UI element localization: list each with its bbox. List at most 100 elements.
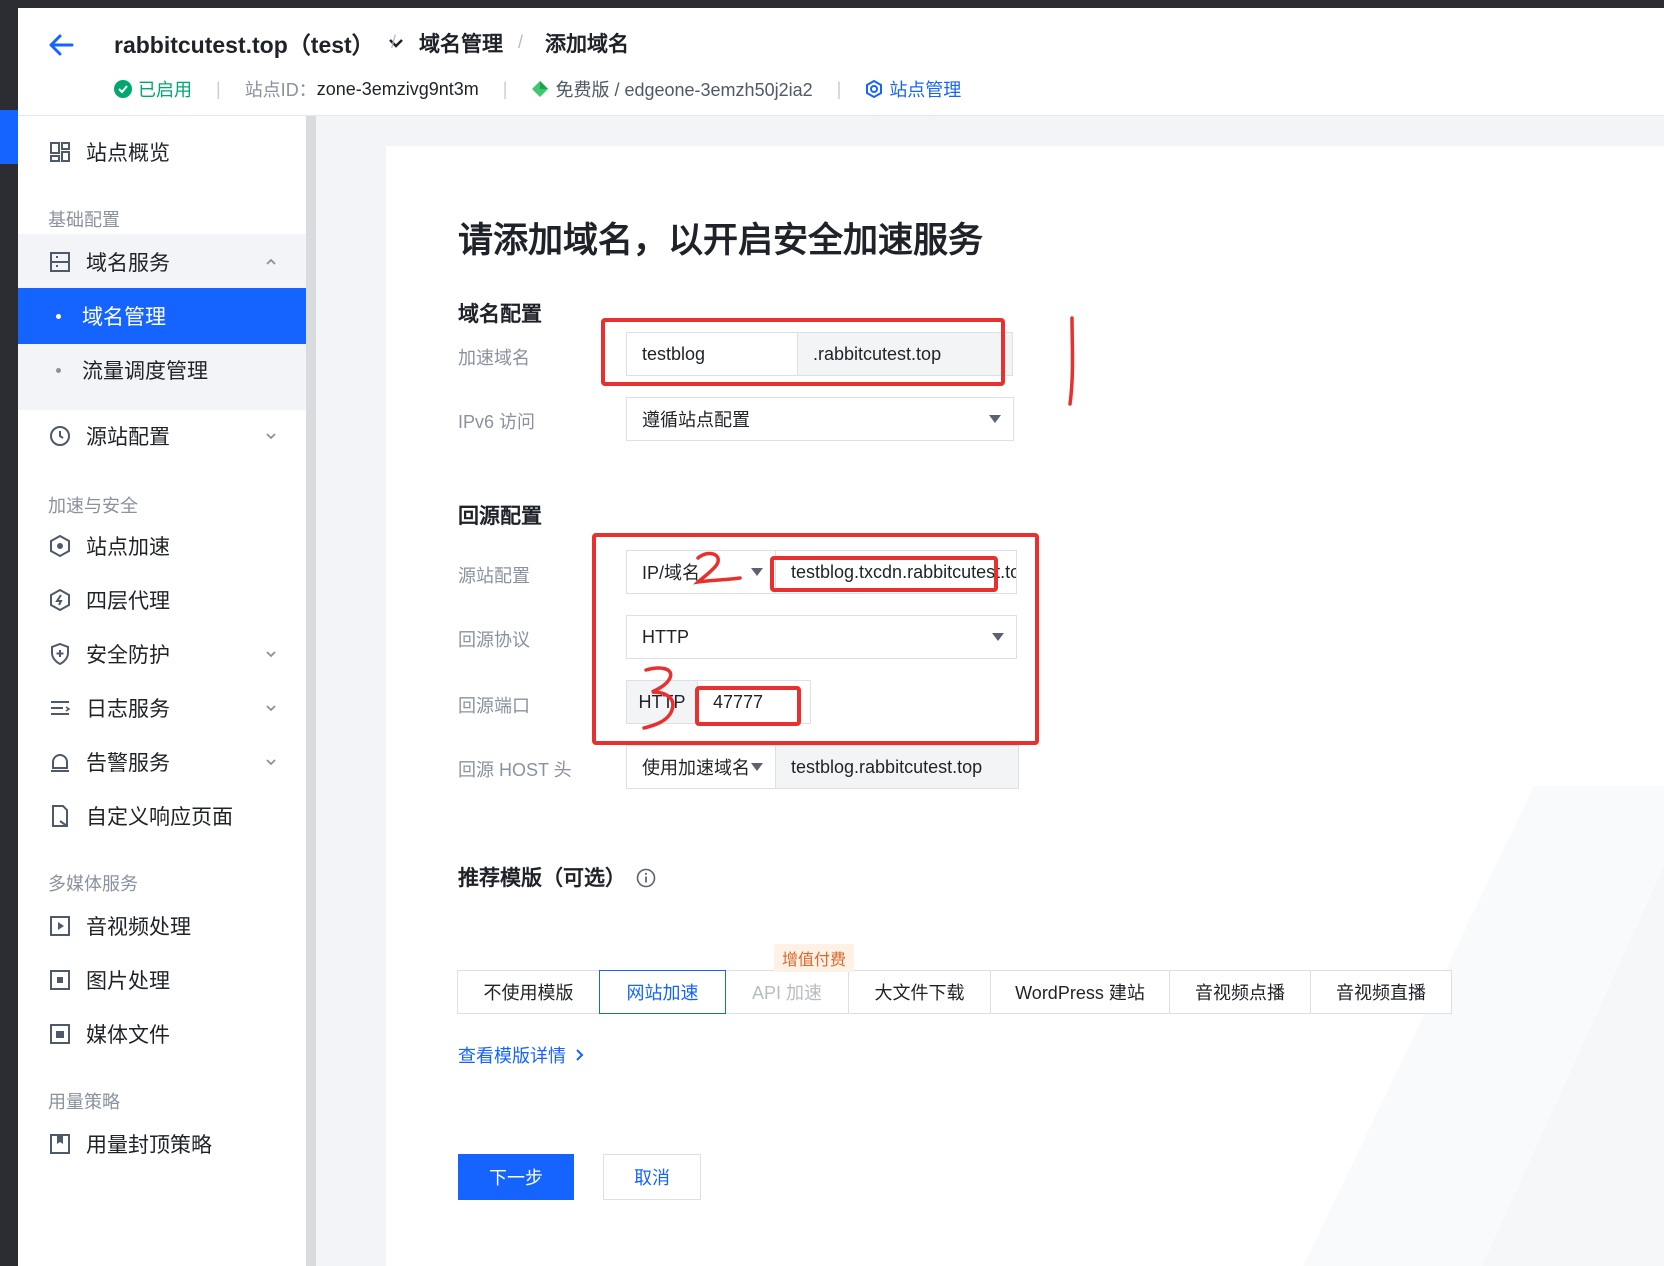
sidebar: 站点概览 基础配置 域名服务 域名管理 流量调度管理 源站配置 加速与安全 站点… [18, 116, 306, 1266]
decorative-background-shape [1303, 786, 1664, 1266]
chevron-down-icon [266, 705, 276, 712]
bullet [56, 313, 61, 319]
sidebar-item-domain-manage[interactable]: 域名管理 [18, 288, 306, 344]
site-title: rabbitcutest.top（test） [114, 32, 375, 58]
site-meta-row: 已启用 | 站点ID： zone-3emzivg9nt3m | 免费版 / ed… [114, 74, 961, 104]
origin-type-select[interactable]: IP/域名 [626, 550, 776, 594]
dashboard-icon [50, 142, 70, 162]
sidebar-item-label: 告警服务 [86, 752, 170, 775]
info-icon[interactable] [636, 868, 656, 888]
bookmark-icon [50, 1134, 70, 1154]
section-basic-config: 基础配置 [48, 210, 120, 230]
template-tab-live[interactable]: 音视频直播 [1310, 970, 1452, 1014]
sidebar-item-usage-cap[interactable]: 用量封顶策略 [18, 1116, 306, 1172]
template-tab-vod[interactable]: 音视频点播 [1169, 970, 1311, 1014]
plan-diamond-icon [532, 81, 549, 97]
bullet [56, 367, 61, 373]
back-arrow-icon[interactable] [46, 30, 76, 60]
accel-domain-suffix-text: .rabbitcutest.top [813, 343, 942, 364]
section-title-template: 推荐模版（可选） [458, 862, 656, 892]
origin-host-type-select[interactable]: 使用加速域名 [626, 745, 776, 789]
ipv6-select[interactable]: 遵循站点配置 [626, 397, 1014, 441]
sidebar-item-traffic-manage[interactable]: 流量调度管理 [18, 342, 306, 398]
sidebar-item-origin-config[interactable]: 源站配置 [18, 408, 306, 464]
sidebar-item-overview[interactable]: 站点概览 [18, 124, 306, 180]
accel-icon [50, 534, 70, 558]
sidebar-scrollbar[interactable] [306, 116, 316, 1266]
sidebar-item-image-process[interactable]: 图片处理 [18, 952, 306, 1008]
origin-host-label: 回源 HOST 头 [458, 760, 572, 780]
site-selector[interactable]: rabbitcutest.top（test） [114, 26, 405, 60]
sidebar-item-security[interactable]: 安全防护 [18, 626, 306, 682]
status-text: 已启用 [138, 80, 192, 100]
accel-domain-label: 加速域名 [458, 348, 530, 368]
sidebar-item-label: 源站配置 [86, 426, 170, 449]
history-icon [50, 426, 70, 446]
accel-domain-input[interactable]: testblog [626, 332, 798, 376]
caret-down-icon [751, 568, 763, 576]
sidebar-item-label: 域名服务 [86, 252, 170, 275]
sidebar-item-label: 日志服务 [86, 698, 170, 721]
template-tab-api-accel: API 加速 [725, 970, 849, 1014]
sidebar-item-domain-service[interactable]: 域名服务 [18, 234, 306, 290]
template-tabs: 不使用模版 网站加速 API 加速 大文件下载 WordPress 建站 音视频… [457, 970, 1452, 1014]
sidebar-item-label: 域名管理 [82, 306, 166, 329]
sidebar-item-label: 安全防护 [86, 644, 170, 667]
top-window-strip [0, 0, 1664, 8]
site-manage-text: 站点管理 [889, 80, 962, 100]
origin-port-prefix: HTTP [626, 680, 698, 724]
origin-port-value: 47777 [713, 691, 764, 712]
site-manage-link[interactable]: 站点管理 [865, 76, 961, 102]
section-title-origin-config: 回源配置 [458, 505, 542, 528]
page-title: 请添加域名，以开启安全加速服务 [458, 221, 984, 260]
sidebar-item-custom-page[interactable]: 自定义响应页面 [18, 788, 306, 844]
template-section-text: 推荐模版（可选） [458, 867, 626, 890]
template-tab-none[interactable]: 不使用模版 [457, 970, 600, 1014]
section-usage-policy: 用量策略 [48, 1092, 120, 1112]
annotation-scribble-mark [1068, 316, 1075, 406]
origin-port-input[interactable]: 47777 [697, 680, 811, 724]
origin-address-value: testblog.txcdn.rabbitcutest.top [791, 561, 1017, 582]
page-header: rabbitcutest.top（test） / 域名管理 / 添加域名 已启用… [18, 8, 1664, 116]
sidebar-item-av-process[interactable]: 音视频处理 [18, 898, 306, 954]
origin-protocol-select[interactable]: HTTP [626, 615, 1017, 659]
chevron-down-icon [266, 433, 276, 440]
origin-port-prefix-text: HTTP [638, 691, 686, 712]
template-tab-large-file[interactable]: 大文件下载 [848, 970, 991, 1014]
caret-down-icon [989, 415, 1001, 423]
media-file-icon [50, 1024, 70, 1044]
sidebar-item-label: 音视频处理 [86, 916, 191, 939]
outer-nav-active-marker [0, 110, 18, 164]
log-list-icon [51, 701, 71, 715]
sidebar-item-media-file[interactable]: 媒体文件 [18, 1006, 306, 1062]
origin-address-input[interactable]: testblog.txcdn.rabbitcutest.top [775, 550, 1017, 594]
sidebar-item-site-accel[interactable]: 站点加速 [18, 518, 306, 574]
check-circle-icon [114, 80, 132, 98]
proxy-icon [50, 588, 70, 612]
plan-text: 免费版 / edgeone-3emzh50j2ia2 [555, 80, 813, 100]
template-tab-wordpress[interactable]: WordPress 建站 [990, 970, 1170, 1014]
outer-nav-strip [0, 0, 18, 1266]
section-accel-security: 加速与安全 [48, 496, 138, 516]
origin-protocol-label: 回源协议 [458, 630, 530, 650]
video-icon [50, 916, 70, 936]
accel-domain-suffix: .rabbitcutest.top [797, 332, 1013, 376]
sidebar-item-log-service[interactable]: 日志服务 [18, 680, 306, 736]
breadcrumb-domain-manage[interactable]: 域名管理 [419, 28, 503, 58]
add-domain-form-card: 请添加域名，以开启安全加速服务 域名配置 加速域名 testblog .rabb… [386, 146, 1664, 1266]
chevron-up-icon [266, 258, 276, 265]
sidebar-item-l4-proxy[interactable]: 四层代理 [18, 572, 306, 628]
next-button[interactable]: 下一步 [458, 1154, 574, 1200]
origin-host-value: testblog.rabbitcutest.top [791, 756, 983, 777]
origin-host-type-value: 使用加速域名 [642, 758, 750, 778]
template-tab-website-accel[interactable]: 网站加速 [599, 970, 726, 1014]
sidebar-item-label: 自定义响应页面 [86, 806, 233, 829]
sidebar-item-alarm-service[interactable]: 告警服务 [18, 734, 306, 790]
template-detail-text: 查看模版详情 [458, 1046, 566, 1066]
cancel-button[interactable]: 取消 [603, 1154, 701, 1200]
plan-info: 免费版 / edgeone-3emzh50j2ia2 [531, 76, 813, 102]
ipv6-label: IPv6 访问 [458, 412, 536, 432]
status-badge: 已启用 [114, 76, 192, 102]
sidebar-item-label: 用量封顶策略 [86, 1134, 212, 1157]
template-detail-link[interactable]: 查看模版详情 [458, 1042, 586, 1068]
